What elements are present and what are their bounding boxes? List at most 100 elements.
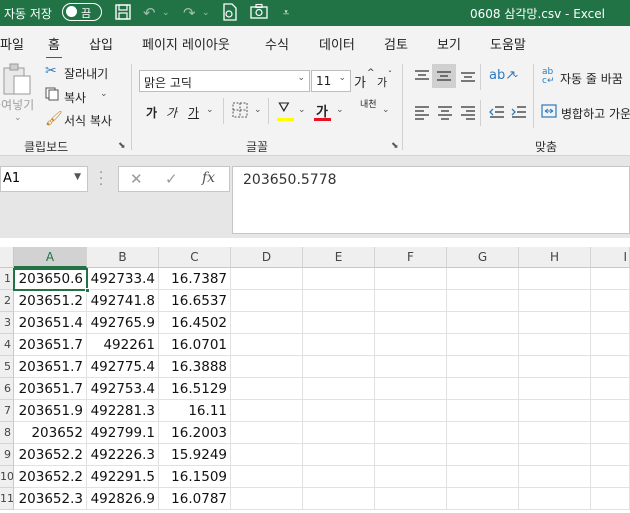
cell-f2[interactable] xyxy=(375,290,447,312)
cell-d6[interactable] xyxy=(231,378,303,400)
cell-d7[interactable] xyxy=(231,400,303,422)
cell-h6[interactable] xyxy=(519,378,591,400)
cell-f1[interactable] xyxy=(375,268,447,290)
font-name-select[interactable]: 맑은 고딕 ⌄ xyxy=(139,70,310,92)
align-center-icon[interactable] xyxy=(437,104,453,123)
cell-i1[interactable] xyxy=(591,268,630,290)
align-left-icon[interactable] xyxy=(414,104,430,123)
column-header-f[interactable]: F xyxy=(375,247,447,268)
cell-f8[interactable] xyxy=(375,422,447,444)
cell-c10[interactable]: 16.1509 xyxy=(159,466,231,488)
font-color-dropdown-icon[interactable]: ⌄ xyxy=(336,105,344,115)
cell-g11[interactable] xyxy=(447,488,519,510)
cell-a10[interactable]: 203652.2 xyxy=(14,466,87,488)
cell-h10[interactable] xyxy=(519,466,591,488)
tab-help[interactable]: 도움말 xyxy=(490,34,526,53)
cell-h1[interactable] xyxy=(519,268,591,290)
align-middle-icon[interactable] xyxy=(432,64,456,88)
cancel-icon[interactable]: ✕ xyxy=(130,170,143,188)
cell-f3[interactable] xyxy=(375,312,447,334)
cell-e9[interactable] xyxy=(303,444,375,466)
tab-review[interactable]: 검토 xyxy=(384,34,408,53)
cell-e7[interactable] xyxy=(303,400,375,422)
cell-e4[interactable] xyxy=(303,334,375,356)
cell-b8[interactable]: 492799.1 xyxy=(87,422,159,444)
cell-e1[interactable] xyxy=(303,268,375,290)
cell-i9[interactable] xyxy=(591,444,630,466)
cell-g5[interactable] xyxy=(447,356,519,378)
cell-g10[interactable] xyxy=(447,466,519,488)
underline-button[interactable]: 가 xyxy=(188,104,199,121)
align-top-icon[interactable] xyxy=(414,68,430,87)
cell-g8[interactable] xyxy=(447,422,519,444)
cell-f7[interactable] xyxy=(375,400,447,422)
redo-icon[interactable]: ↷ xyxy=(183,3,196,23)
cell-g4[interactable] xyxy=(447,334,519,356)
shrink-font-button[interactable]: 가 xyxy=(377,74,387,90)
cell-a11[interactable]: 203652.3 xyxy=(14,488,87,510)
cell-g7[interactable] xyxy=(447,400,519,422)
customize-toolbar-icon[interactable]: ⩡ xyxy=(283,3,289,23)
cell-e6[interactable] xyxy=(303,378,375,400)
cell-h8[interactable] xyxy=(519,422,591,444)
cell-f10[interactable] xyxy=(375,466,447,488)
paste-dropdown-icon[interactable]: ⌄ xyxy=(14,113,22,123)
cell-d11[interactable] xyxy=(231,488,303,510)
cell-c8[interactable]: 16.2003 xyxy=(159,422,231,444)
wrap-text-button[interactable]: 자동 줄 바꿈 xyxy=(560,70,623,87)
row-header[interactable]: 11 xyxy=(0,488,14,510)
cell-a7[interactable]: 203651.9 xyxy=(14,400,87,422)
cell-d4[interactable] xyxy=(231,334,303,356)
cell-c3[interactable]: 16.4502 xyxy=(159,312,231,334)
cell-b11[interactable]: 492826.9 xyxy=(87,488,159,510)
cell-d3[interactable] xyxy=(231,312,303,334)
cell-d1[interactable] xyxy=(231,268,303,290)
insert-function-icon[interactable]: fx xyxy=(202,170,215,186)
cell-e3[interactable] xyxy=(303,312,375,334)
column-header-a[interactable]: A xyxy=(14,247,87,268)
column-header-e[interactable]: E xyxy=(303,247,375,268)
cell-h11[interactable] xyxy=(519,488,591,510)
increase-indent-icon[interactable] xyxy=(511,104,527,123)
cell-c1[interactable]: 16.7387 xyxy=(159,268,231,290)
more-options-icon[interactable]: · · · xyxy=(99,167,103,192)
camera-icon[interactable] xyxy=(250,3,268,24)
cell-a3[interactable]: 203651.4 xyxy=(14,312,87,334)
save-icon[interactable] xyxy=(114,3,132,26)
column-header-g[interactable]: G xyxy=(447,247,519,268)
formula-input[interactable]: 203650.5778 xyxy=(232,166,630,234)
cell-i8[interactable] xyxy=(591,422,630,444)
redo-dropdown-icon[interactable]: ⌄ xyxy=(202,3,210,23)
cell-d9[interactable] xyxy=(231,444,303,466)
cell-b9[interactable]: 492226.3 xyxy=(87,444,159,466)
bold-button[interactable]: 가 xyxy=(146,104,157,121)
cell-c4[interactable]: 16.0701 xyxy=(159,334,231,356)
cell-f9[interactable] xyxy=(375,444,447,466)
font-size-select[interactable]: 11 ⌄ xyxy=(311,70,351,92)
cell-g3[interactable] xyxy=(447,312,519,334)
cell-e8[interactable] xyxy=(303,422,375,444)
tab-home[interactable]: 홈 xyxy=(46,34,62,60)
row-header[interactable]: 9 xyxy=(0,444,14,466)
cell-c6[interactable]: 16.5129 xyxy=(159,378,231,400)
print-preview-icon[interactable] xyxy=(222,3,238,26)
underline-dropdown-icon[interactable]: ⌄ xyxy=(206,105,214,115)
grow-font-button[interactable]: 가 xyxy=(354,72,366,91)
cell-d8[interactable] xyxy=(231,422,303,444)
tab-insert[interactable]: 삽입 xyxy=(89,34,113,53)
phonetic-dropdown-icon[interactable]: ⌄ xyxy=(382,105,390,115)
paste-icon[interactable] xyxy=(0,62,32,99)
cell-g2[interactable] xyxy=(447,290,519,312)
cell-d2[interactable] xyxy=(231,290,303,312)
tab-data[interactable]: 데이터 xyxy=(319,34,355,53)
cell-b3[interactable]: 492765.9 xyxy=(87,312,159,334)
align-bottom-icon[interactable] xyxy=(460,68,476,87)
clipboard-launcher-icon[interactable]: ⬊ xyxy=(118,141,126,151)
cell-a9[interactable]: 203652.2 xyxy=(14,444,87,466)
column-header-d[interactable]: D xyxy=(231,247,303,268)
cell-e10[interactable] xyxy=(303,466,375,488)
cell-e2[interactable] xyxy=(303,290,375,312)
align-right-icon[interactable] xyxy=(460,104,476,123)
borders-dropdown-icon[interactable]: ⌄ xyxy=(254,105,262,115)
column-header-h[interactable]: H xyxy=(519,247,591,268)
